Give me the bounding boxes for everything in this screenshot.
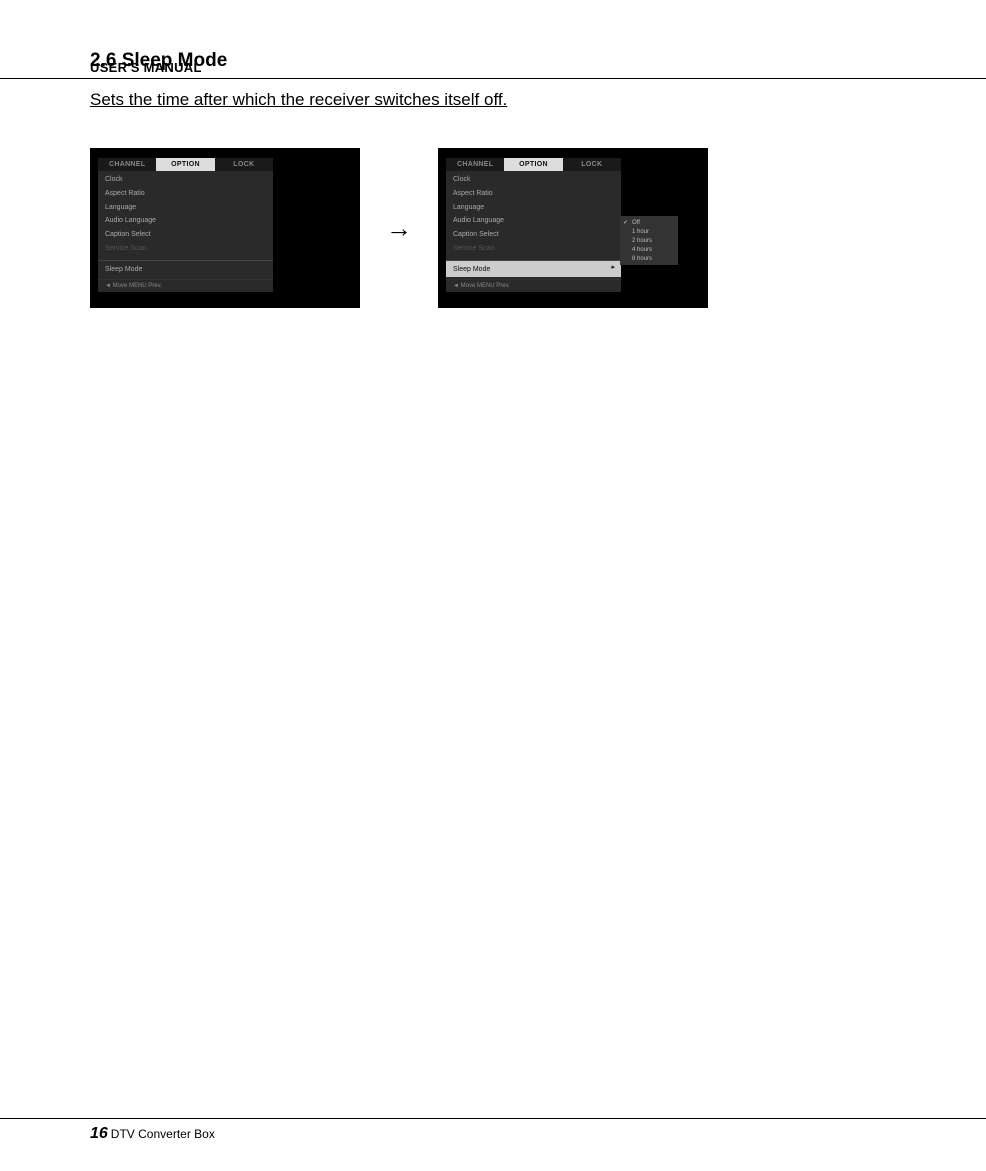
menu-item-audio-language[interactable]: Audio Language [446,214,621,228]
osd-menu: CHANNEL OPTION LOCK Clock Aspect Ratio L… [446,158,621,292]
tab-option[interactable]: OPTION [156,158,214,171]
menu-item-service-scan: Service Scan [446,242,621,256]
menu-item-audio-language[interactable]: Audio Language [98,214,273,228]
menu-item-caption[interactable]: Caption Select [98,228,273,242]
tab-channel[interactable]: CHANNEL [98,158,156,171]
menu-tabs: CHANNEL OPTION LOCK [446,158,621,171]
tab-option[interactable]: OPTION [504,158,562,171]
menu-item-list: Clock Aspect Ratio Language Audio Langua… [446,171,621,279]
menu-item-sleep-mode[interactable]: Sleep Mode [98,260,273,277]
menu-footer-hint: ◄ Move MENU Prev. [98,279,273,292]
page-footer: 16 DTV Converter Box [0,1118,986,1143]
menu-item-language[interactable]: Language [98,201,273,215]
menu-item-sleep-mode[interactable]: Sleep Mode ▸ [446,260,621,277]
menu-footer-hint: ◄ Move MENU Prev. [446,279,621,292]
tab-lock[interactable]: LOCK [215,158,273,171]
submenu-item-off[interactable]: Off [620,218,678,227]
sleep-mode-submenu: Off 1 hour 2 hours 4 hours 8 hours [620,216,678,265]
menu-item-label: Sleep Mode [453,266,490,273]
menu-item-aspect[interactable]: Aspect Ratio [98,187,273,201]
page-number: 16 [90,1125,108,1143]
menu-item-caption[interactable]: Caption Select [446,228,621,242]
screenshot-sequence: CHANNEL OPTION LOCK Clock Aspect Ratio L… [90,148,896,308]
submenu-item-2hr[interactable]: 2 hours [620,236,678,245]
menu-item-list: Clock Aspect Ratio Language Audio Langua… [98,171,273,279]
chevron-right-icon: ▸ [611,263,615,273]
tab-lock[interactable]: LOCK [563,158,621,171]
menu-item-aspect[interactable]: Aspect Ratio [446,187,621,201]
osd-menu: CHANNEL OPTION LOCK Clock Aspect Ratio L… [98,158,273,292]
menu-item-clock[interactable]: Clock [446,173,621,187]
submenu-item-8hr[interactable]: 8 hours [620,254,678,263]
page-header: USER'S MANUAL [0,60,986,79]
screenshot-after: CHANNEL OPTION LOCK Clock Aspect Ratio L… [438,148,708,308]
header-title: USER'S MANUAL [90,60,896,75]
screenshot-before: CHANNEL OPTION LOCK Clock Aspect Ratio L… [90,148,360,308]
menu-item-service-scan: Service Scan [98,242,273,256]
tab-channel[interactable]: CHANNEL [446,158,504,171]
menu-item-clock[interactable]: Clock [98,173,273,187]
submenu-item-4hr[interactable]: 4 hours [620,245,678,254]
submenu-item-1hr[interactable]: 1 hour [620,227,678,236]
section-description: Sets the time after which the receiver s… [90,90,896,110]
menu-tabs: CHANNEL OPTION LOCK [98,158,273,171]
footer-label: DTV Converter Box [111,1127,215,1141]
menu-item-language[interactable]: Language [446,201,621,215]
arrow-right-icon: → [386,215,412,241]
